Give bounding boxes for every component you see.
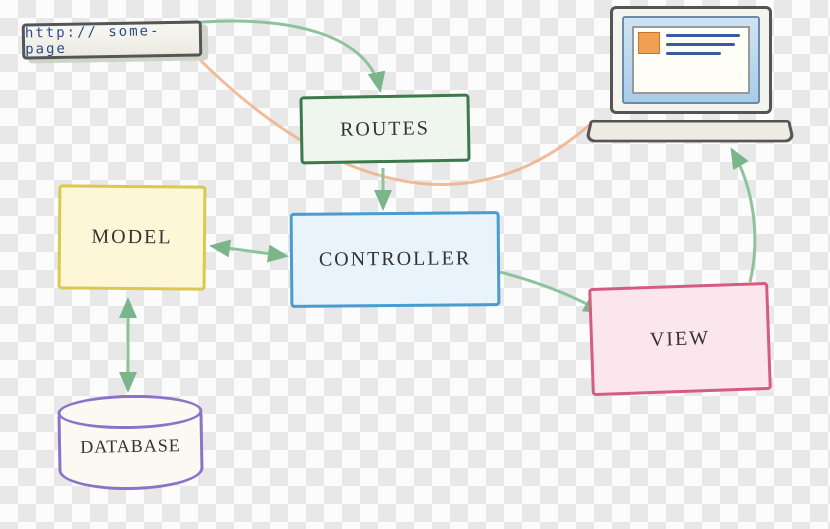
routes-box: ROUTES: [299, 94, 470, 165]
laptop-window: [622, 16, 760, 104]
diagram-canvas: http:// some-page ROUTES CONTROLLER MODE…: [0, 0, 830, 529]
view-box: VIEW: [588, 282, 772, 396]
controller-label: CONTROLLER: [319, 247, 471, 271]
page-text-lines: [666, 32, 744, 88]
view-label: VIEW: [650, 326, 711, 351]
model-box: MODEL: [58, 184, 207, 290]
controller-box: CONTROLLER: [290, 211, 501, 308]
laptop-keyboard: [585, 120, 795, 142]
database-label: DATABASE: [80, 435, 181, 458]
model-label: MODEL: [91, 226, 172, 250]
page-thumbnail-icon: [638, 32, 660, 54]
laptop-icon: [590, 6, 790, 146]
url-bar: http:// some-page: [22, 20, 203, 59]
url-text: http:// some-page: [25, 22, 200, 57]
rendered-page-mock: [632, 26, 750, 94]
database-cylinder: DATABASE: [57, 394, 204, 492]
routes-label: ROUTES: [340, 117, 430, 142]
